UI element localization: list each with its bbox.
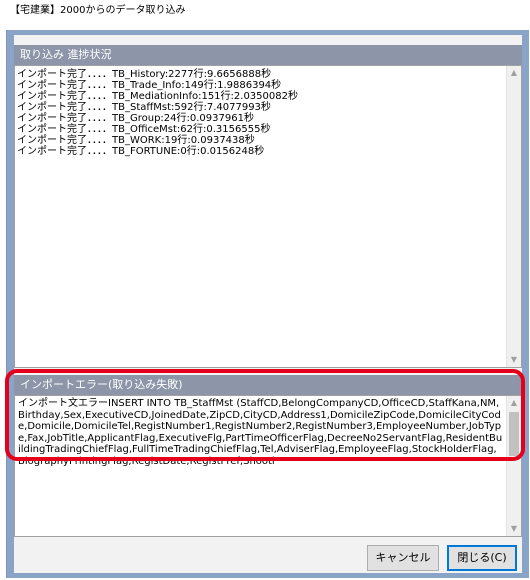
progress-log-line: インポート完了．．．．TB_Group:24行:0.0937961秒 — [17, 113, 254, 124]
error-log-scrollbar[interactable]: ▲ ▼ — [506, 396, 521, 536]
scroll-down-icon[interactable]: ▼ — [507, 522, 521, 536]
error-panel-header: インポートエラー(取り込み失敗) — [14, 375, 522, 395]
window-title: 【宅建業】2000からのデータ取り込み — [0, 0, 530, 30]
dialog-content: 取り込み 進捗状況 インポート完了．．．．TB_History:2277行:9.… — [14, 35, 522, 573]
error-message-text: インポート文エラーINSERT INTO TB_StaffMst (StaffC… — [18, 398, 503, 467]
scroll-thumb[interactable] — [509, 412, 519, 456]
import-dialog-window: 【宅建業】2000からのデータ取り込み 取り込み 進捗状況 インポート完了．．．… — [0, 0, 530, 580]
scroll-down-icon[interactable]: ▼ — [507, 353, 521, 367]
progress-log-line: インポート完了．．．．TB_History:2277行:9.6656888秒 — [17, 69, 272, 80]
cancel-button[interactable]: キャンセル — [367, 545, 439, 571]
progress-panel-header: 取り込み 進捗状況 — [14, 45, 522, 65]
progress-log-line: インポート完了．．．．TB_FORTUNE:0行:0.0156248秒 — [17, 146, 265, 157]
progress-log-line: インポート完了．．．．TB_Trade_Info:149行:1.9886394秒 — [17, 80, 282, 91]
progress-log-line: インポート完了．．．．TB_StaffMst:592行:7.4077993秒 — [17, 102, 271, 113]
scroll-up-icon[interactable]: ▲ — [507, 66, 521, 80]
close-button[interactable]: 閉じる(C) — [447, 545, 517, 571]
dialog-client-area: 取り込み 進捗状況 インポート完了．．．．TB_History:2277行:9.… — [6, 30, 529, 578]
error-log-list[interactable]: インポート文エラーINSERT INTO TB_StaffMst (StaffC… — [14, 395, 522, 537]
progress-log-line: インポート完了．．．．TB_MediationInfo:151行:2.03500… — [17, 91, 298, 102]
progress-log-line: インポート完了．．．．TB_OfficeMst:62行:0.3156555秒 — [17, 124, 271, 135]
progress-log-lines: インポート完了．．．．TB_History:2277行:9.6656888秒 イン… — [15, 66, 521, 157]
progress-log-line: インポート完了．．．．TB_WORK:19行:0.0937438秒 — [17, 135, 255, 146]
progress-log-scrollbar[interactable]: ▲ ▼ — [506, 66, 521, 367]
scroll-up-icon[interactable]: ▲ — [507, 396, 521, 410]
progress-log-list[interactable]: インポート完了．．．．TB_History:2277行:9.6656888秒 イン… — [14, 65, 522, 368]
